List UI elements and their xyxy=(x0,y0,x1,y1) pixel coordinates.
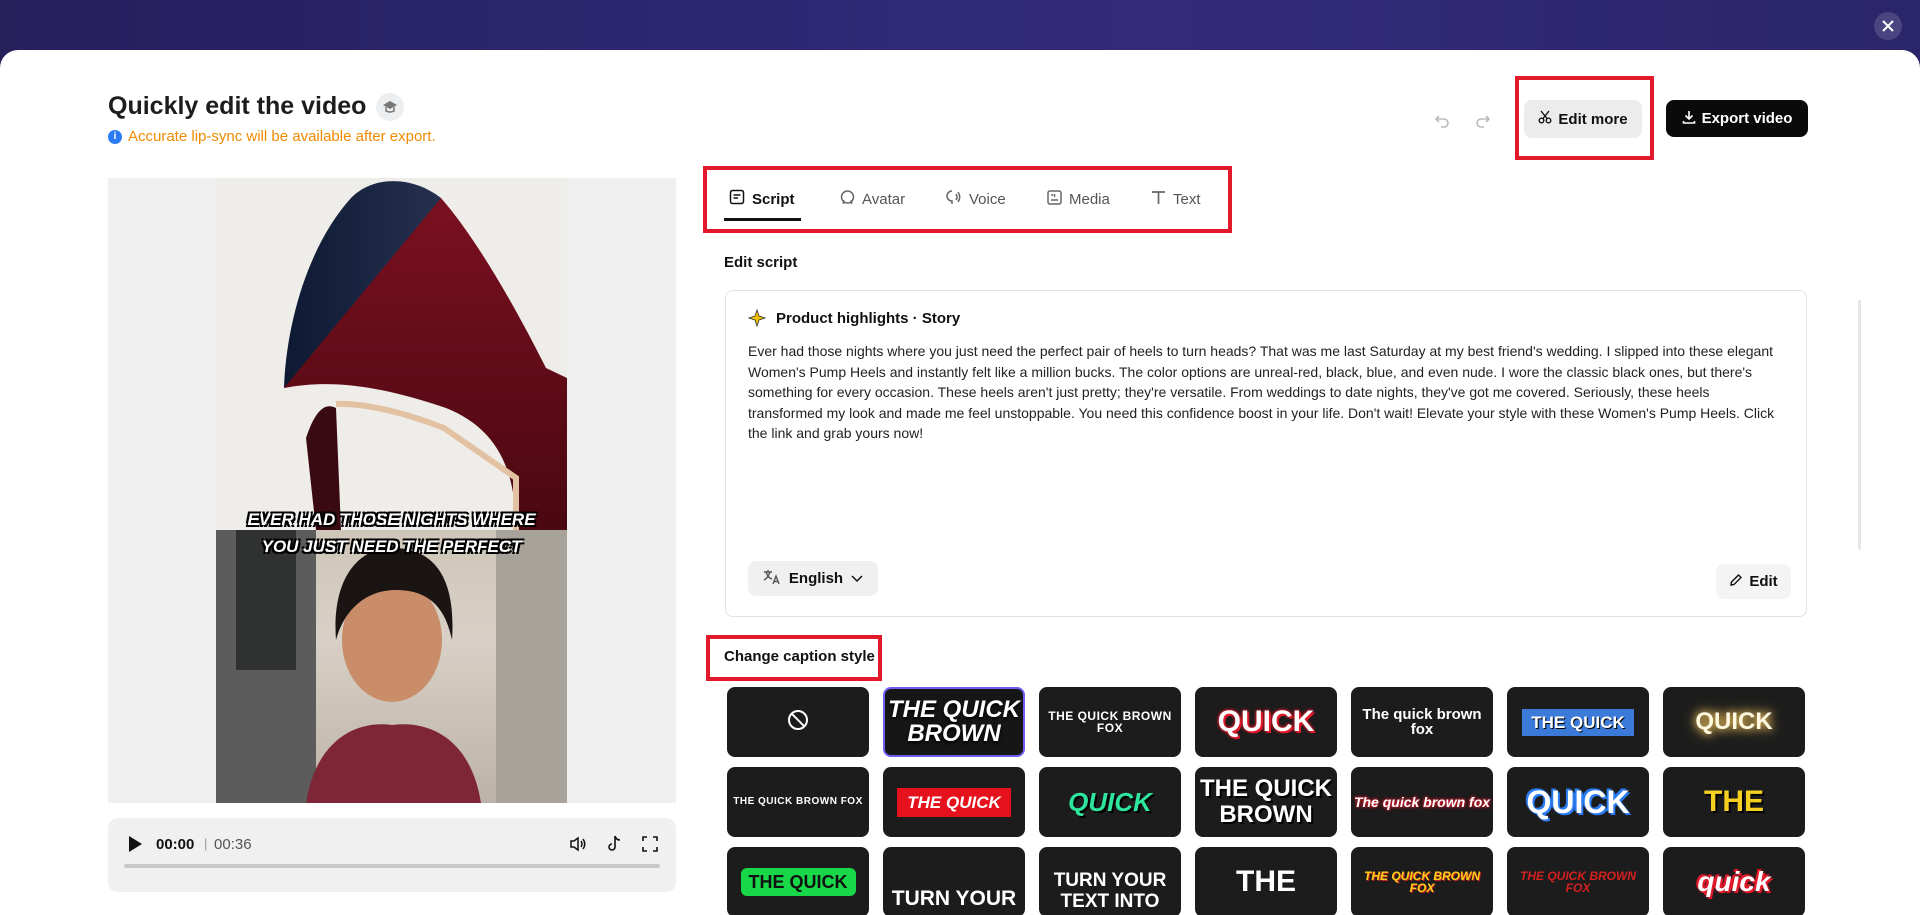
high-heel-image xyxy=(284,181,567,530)
language-label: English xyxy=(788,570,844,587)
tab-label: Avatar xyxy=(862,190,906,208)
caption-style-3[interactable]: QUICK xyxy=(1195,687,1337,757)
caption-style-6[interactable]: QUICK xyxy=(1663,687,1805,757)
caption-style-9[interactable]: QUICK xyxy=(1039,767,1181,837)
download-icon xyxy=(1682,110,1696,128)
caption-style-13[interactable]: THE xyxy=(1663,767,1805,837)
video-preview[interactable]: EVER HAD THOSE NIGHTS WHERE YOU JUST NEE… xyxy=(108,178,676,803)
caption-style-8[interactable]: THE QUICK xyxy=(883,767,1025,837)
caption-style-7[interactable]: THE QUICK BROWN FOX xyxy=(727,767,869,837)
caption-style-20[interactable]: quick xyxy=(1663,847,1805,915)
sparkle-icon xyxy=(747,308,767,328)
tab-label: Script xyxy=(752,190,795,208)
player-controls: 00:00 | 00:36 xyxy=(108,818,676,892)
tab-label: Media xyxy=(1069,190,1110,208)
voice-icon xyxy=(945,189,963,210)
caption-style-header: Change caption style xyxy=(724,648,875,665)
caption-style-12[interactable]: QUICK xyxy=(1507,767,1649,837)
script-icon xyxy=(729,189,746,210)
caption-style-8-text: THE QUICK xyxy=(897,787,1011,817)
script-card-title: Product highlights · Story xyxy=(776,310,961,327)
product-shot xyxy=(216,178,567,530)
pencil-icon xyxy=(1729,573,1743,591)
edit-script-button[interactable]: Edit xyxy=(1716,564,1791,599)
script-text[interactable]: Ever had those nights where you just nee… xyxy=(748,341,1788,444)
tab-script[interactable]: Script xyxy=(729,183,795,215)
current-time: 00:00 xyxy=(156,836,195,853)
tab-voice[interactable]: Voice xyxy=(945,183,1006,215)
edit-more-label: Edit more xyxy=(1558,110,1628,128)
avatar-scene xyxy=(216,530,567,803)
edit-script-label: Edit script xyxy=(724,254,798,271)
caption-style-15[interactable]: TURN YOUR xyxy=(883,847,1025,915)
volume-icon[interactable] xyxy=(567,833,589,855)
none-icon xyxy=(787,709,809,735)
graduation-cap-icon[interactable] xyxy=(376,92,405,121)
language-select[interactable]: English xyxy=(748,561,878,596)
info-icon: i xyxy=(108,129,122,144)
caption-style-11[interactable]: The quick brown fox xyxy=(1351,767,1493,837)
edit-label: Edit xyxy=(1749,573,1778,590)
caption-style-18[interactable]: THE QUICK BROWN FOX xyxy=(1351,847,1493,915)
fullscreen-icon[interactable] xyxy=(639,833,661,855)
text-icon xyxy=(1150,189,1167,210)
play-icon[interactable] xyxy=(126,834,144,854)
total-time: 00:36 xyxy=(214,836,252,853)
progress-bar[interactable] xyxy=(124,864,660,868)
avatar-image xyxy=(216,530,567,803)
caption-style-1[interactable]: THE QUICK BROWN xyxy=(883,687,1025,757)
notice-text: Accurate lip-sync will be available afte… xyxy=(128,128,436,145)
caption-style-17[interactable]: THE xyxy=(1195,847,1337,915)
chevron-down-icon xyxy=(851,570,863,587)
caption-style-4[interactable]: The quick brown fox xyxy=(1351,687,1493,757)
tab-media[interactable]: Media xyxy=(1046,183,1110,215)
time-separator: | xyxy=(204,836,208,851)
tiktok-icon[interactable] xyxy=(603,833,625,855)
caption-style-2[interactable]: THE QUICK BROWN FOX xyxy=(1039,687,1181,757)
caption-style-5-text: THE QUICK xyxy=(1522,708,1634,736)
video-caption: EVER HAD THOSE NIGHTS WHERE YOU JUST NEE… xyxy=(216,506,567,560)
tab-text[interactable]: Text xyxy=(1150,183,1201,215)
caption-style-none[interactable] xyxy=(727,687,869,757)
panel-scrollbar[interactable] xyxy=(1858,300,1861,550)
caption-style-16[interactable]: TURN YOUR TEXT INTO xyxy=(1039,847,1181,915)
undo-icon[interactable] xyxy=(1430,108,1454,132)
lip-sync-notice: i Accurate lip-sync will be available af… xyxy=(108,128,436,145)
caption-style-5[interactable]: THE QUICK xyxy=(1507,687,1649,757)
media-icon xyxy=(1046,189,1063,210)
script-card: Product highlights · Story Ever had thos… xyxy=(725,290,1807,617)
scissors-icon xyxy=(1538,110,1552,128)
export-label: Export video xyxy=(1701,110,1793,127)
redo-icon[interactable] xyxy=(1471,108,1495,132)
active-tab-indicator xyxy=(724,218,801,221)
caption-style-19[interactable]: THE QUICK BROWN FOX xyxy=(1507,847,1649,915)
avatar-icon xyxy=(839,189,856,210)
edit-more-button[interactable]: Edit more xyxy=(1524,100,1642,138)
export-video-button[interactable]: Export video xyxy=(1666,100,1808,137)
caption-style-14-text: THE QUICK xyxy=(740,868,856,896)
page-title: Quickly edit the video xyxy=(108,92,405,121)
tab-avatar[interactable]: Avatar xyxy=(839,183,905,215)
tab-label: Voice xyxy=(969,190,1006,208)
page-title-text: Quickly edit the video xyxy=(108,92,367,120)
caption-line-1: EVER HAD THOSE NIGHTS WHERE xyxy=(247,510,536,529)
caption-style-14[interactable]: THE QUICK xyxy=(727,847,869,915)
caption-line-2: YOU JUST NEED THE PERFECT xyxy=(261,537,522,556)
quick-edit-modal: Quickly edit the video i Accurate lip-sy… xyxy=(0,50,1920,915)
tab-label: Text xyxy=(1173,190,1201,208)
video-frame: EVER HAD THOSE NIGHTS WHERE YOU JUST NEE… xyxy=(216,178,567,803)
caption-style-10[interactable]: THE QUICK BROWN xyxy=(1195,767,1337,837)
close-icon[interactable] xyxy=(1874,12,1902,40)
translate-icon xyxy=(763,569,781,589)
